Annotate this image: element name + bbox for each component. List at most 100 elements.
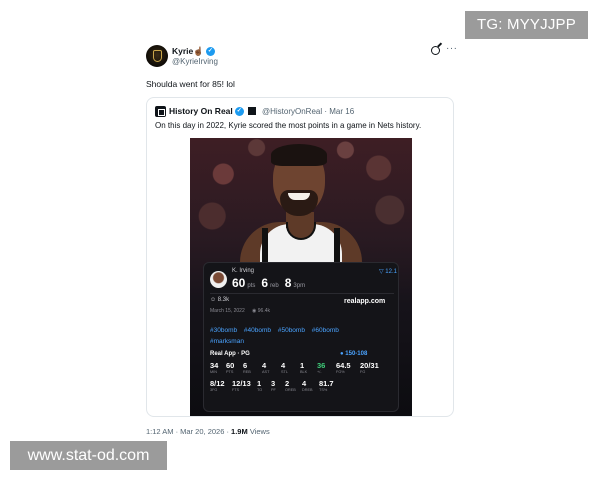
stat-value: 3 [271, 379, 276, 388]
tweet-footer: 1:12 AM · Mar 20, 2026 · 1.9M Views [146, 427, 270, 436]
views-label: Views [247, 427, 270, 436]
player-hair [271, 144, 327, 166]
stat-cell: 36 +/- [317, 361, 336, 375]
game-score: ● 150-108 [340, 351, 367, 357]
stat-cell: 60 PTS [226, 361, 243, 375]
stat-label: TS% [319, 388, 328, 392]
stat-cell: 2 OREB [285, 379, 302, 393]
tweet-text: Shoulda went for 85! lol [146, 79, 235, 89]
pts-unit: pts [247, 283, 256, 289]
stat-label: FG [360, 370, 366, 374]
stat-label: FTS [232, 388, 240, 392]
reb-unit: reb [270, 283, 279, 289]
likes-count: ☺ 8.3k [210, 297, 229, 303]
game-score-value: 150-108 [345, 351, 368, 357]
quote-author-name: History On Real ✓ [169, 106, 256, 116]
more-options-icon[interactable]: ··· [446, 43, 458, 54]
stat-label: BLK [300, 370, 308, 374]
stat-value: 6 [243, 361, 248, 370]
player-name: K. Irving [232, 268, 255, 274]
stat-cell: 6 REB [243, 361, 262, 375]
stat-cell: 20/31 FG [360, 361, 386, 375]
quote-date: · Mar 16 [324, 107, 355, 116]
stat-label: TO [257, 388, 263, 392]
hashtags: #30bomb #40bomb #50bomb #60bomb #marksma… [210, 325, 390, 347]
stat-cell: 12/13 FTS [232, 379, 257, 393]
stat-cell: 64.5 FG% [336, 361, 360, 375]
stat-value: 34 [210, 361, 219, 370]
post-image[interactable]: K. Irving 60 pts 6 reb 8 3pm ▽ 12.1 ☺ 8.… [190, 138, 412, 416]
stat-row-1: 34 MIN 60 PTS 6 REB 4 AST 4 STL 1 BLK 36 +/- 64… [210, 361, 386, 375]
stat-cell: 34 MIN [210, 361, 226, 375]
quote-text: On this day in 2022, Kyrie scored the mo… [155, 121, 422, 130]
avatar[interactable] [146, 45, 168, 67]
threes-unit: 3pm [293, 283, 306, 289]
stat-value: 2 [285, 379, 290, 388]
hashtag: #40bomb [243, 327, 272, 334]
tweet-timestamp[interactable]: 1:12 AM · Mar 20, 2026 · [146, 427, 231, 436]
stat-label: STL [281, 370, 288, 374]
stat-cell: 4 STL [281, 361, 300, 375]
author-name-text[interactable]: Kyrie☝🏾 [172, 46, 204, 57]
hashtag: #60bomb [311, 327, 339, 334]
stat-cell: 1 BLK [300, 361, 317, 375]
author-name[interactable]: Kyrie☝🏾 ✓ [172, 46, 215, 57]
watermark-telegram: TG: MYYJJPP [465, 11, 588, 39]
stat-cell: 1 TO [257, 379, 271, 393]
stat-label: +/- [317, 370, 322, 374]
stat-value: 20/31 [360, 361, 379, 370]
card-divider [210, 293, 394, 294]
player-smile [288, 193, 310, 200]
stat-value: 4 [302, 379, 307, 388]
pts-value: 60 [232, 276, 246, 290]
game-date: March 15, 2022 [210, 308, 245, 314]
like-icon: ☺ [210, 297, 218, 303]
stat-label: AST [262, 370, 270, 374]
likes-count-value: 8.3k [217, 297, 230, 303]
site-label: realapp.com [344, 298, 386, 305]
player-avatar [210, 271, 227, 288]
stat-label: PF [271, 388, 276, 392]
shield-logo-icon [152, 50, 162, 62]
stat-value: 8/12 [210, 379, 225, 388]
stat-value: 4 [281, 361, 286, 370]
stat-label: PTS [226, 370, 234, 374]
verified-badge-icon: ✓ [234, 106, 244, 116]
views-count: ◉ 96.4k [252, 308, 270, 314]
stat-label: FG% [336, 370, 345, 374]
stat-cell: 3 PF [271, 379, 285, 393]
quote-author-name-text: History On Real [169, 106, 233, 116]
stat-cell: 4 DREB [302, 379, 319, 393]
grok-icon[interactable] [431, 46, 440, 55]
threes-value: 8 [284, 276, 292, 290]
stat-value: 81.7 [319, 379, 334, 388]
quote-avatar [155, 106, 166, 117]
stat-cell: 8/12 3FG [210, 379, 232, 393]
stat-value: 1 [257, 379, 262, 388]
views-count: 1.9M [231, 427, 248, 436]
stat-value: 1 [300, 361, 305, 370]
stat-row-2: 8/12 3FG 12/13 FTS 1 TO 3 PF 2 OREB 4 DREB 81.… [210, 379, 343, 393]
stat-cell: 81.7 TS% [319, 379, 343, 393]
quote-meta: @HistoryOnReal · Mar 16 [262, 107, 354, 116]
quoted-tweet[interactable]: History On Real ✓ @HistoryOnReal · Mar 1… [146, 97, 454, 417]
stat-label: MIN [210, 370, 217, 374]
quote-handle: @HistoryOnReal [262, 107, 323, 116]
stat-label: 3FG [210, 388, 218, 392]
stat-value: 4 [262, 361, 267, 370]
verified-badge-icon: ✓ [205, 47, 215, 56]
stat-cell: 4 AST [262, 361, 281, 375]
hashtag: #30bomb [210, 327, 238, 334]
stat-label: DREB [302, 388, 313, 392]
views-count-value: 96.4k [257, 308, 270, 314]
hashtag: #50bomb [277, 327, 305, 334]
stat-value: 64.5 [336, 361, 351, 370]
stat-value: 36 [317, 361, 326, 370]
author-handle[interactable]: @KyrieIrving [172, 57, 218, 66]
hashtag: #marksman [210, 338, 244, 345]
stat-value: 12/13 [232, 379, 251, 388]
tweet[interactable]: Kyrie☝🏾 ✓ @KyrieIrving ··· Shoulda went … [140, 40, 462, 442]
stat-source: Real App · PG [210, 351, 250, 357]
stat-label: OREB [285, 388, 296, 392]
stat-label: REB [243, 370, 251, 374]
